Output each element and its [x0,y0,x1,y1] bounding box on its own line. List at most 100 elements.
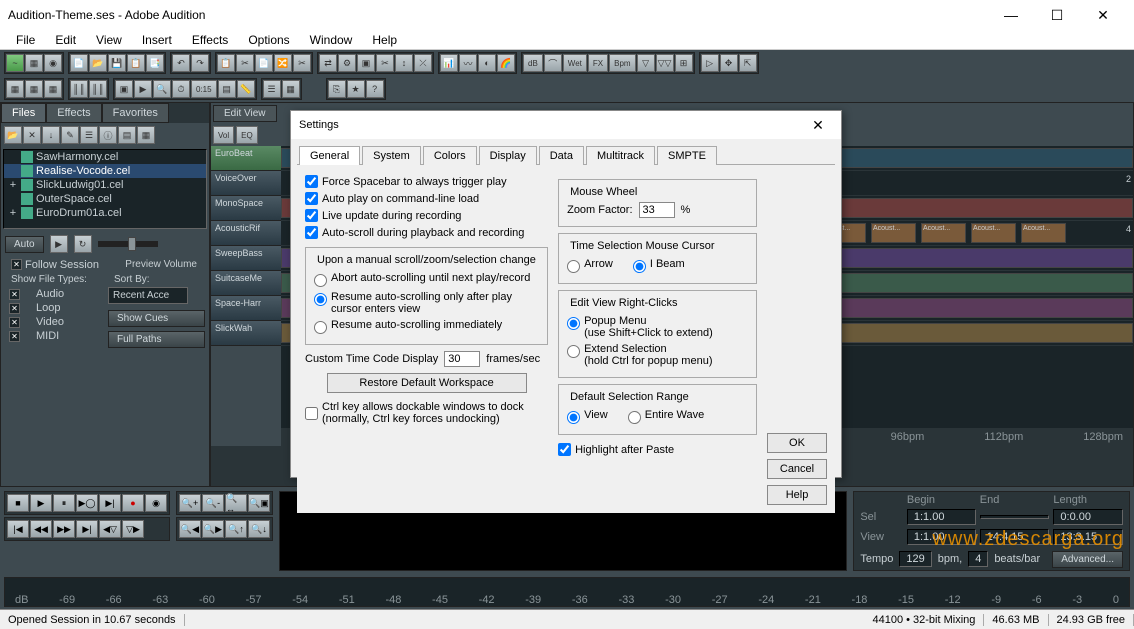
lp-info2-icon[interactable]: ⓘ [99,126,117,144]
tool2-ruler-icon[interactable]: 📏 [237,80,255,98]
live-update-checkbox[interactable]: Live update during recording [305,207,548,224]
record-button[interactable]: ● [122,494,144,512]
range-view-radio[interactable]: View [567,407,608,426]
track-header[interactable]: EuroBeat [211,146,281,171]
menu-window[interactable]: Window [300,31,363,49]
tool-copy-icon[interactable]: 📋 [217,54,235,72]
resume-immediate-radio[interactable]: Resume auto-scrolling immediately [314,317,539,336]
lp-close-icon[interactable]: ✕ [23,126,41,144]
tool-batch-icon[interactable]: 📑 [146,54,164,72]
settings-tab-multitrack[interactable]: Multitrack [586,146,655,165]
settings-tab-display[interactable]: Display [479,146,537,165]
lp-options2-icon[interactable]: ▤ [118,126,136,144]
tool-hybrid-icon[interactable]: ⇱ [739,54,757,72]
type-loop-checkbox[interactable]: ✕Loop [5,301,102,315]
audio-clip[interactable]: Acoust... [921,223,966,243]
tool-phase-icon[interactable]: ◐ [478,54,496,72]
sel-begin-value[interactable]: 1:1.00 [907,509,976,525]
level-meter[interactable]: dB-69-66-63-60-57-54-51-48-45-42-39-36-3… [4,577,1130,607]
zoom-out-v-icon[interactable]: 🔍↓ [248,520,270,538]
resume-after-view-radio[interactable]: Resume auto-scrolling only after play cu… [314,289,539,317]
minimize-button[interactable]: — [988,0,1034,30]
sort-dropdown[interactable]: Recent Acce [108,287,188,304]
tool-multitrack-icon[interactable]: ▦ [25,54,43,72]
tab-favorites[interactable]: Favorites [102,103,169,123]
track-header[interactable]: MonoSpace [211,196,281,221]
timecode-input[interactable] [444,351,480,367]
range-entire-radio[interactable]: Entire Wave [628,407,705,426]
tool2-help-icon[interactable]: ? [366,80,384,98]
cancel-button[interactable]: Cancel [767,459,827,479]
tool2-time-icon[interactable]: ⏱ [172,80,190,98]
zoom-in-right-icon[interactable]: 🔍▶ [202,520,224,538]
tool2-zoom-icon[interactable]: 🔍 [153,80,171,98]
zoom-full-icon[interactable]: 🔍↔ [225,494,247,512]
zoom-in-v-icon[interactable]: 🔍↑ [225,520,247,538]
type-audio-checkbox[interactable]: ✕Audio [5,287,102,301]
track-vol-button[interactable]: Vol [213,126,234,144]
autoscroll-checkbox[interactable]: Auto-scroll during playback and recordin… [305,224,548,241]
file-list[interactable]: SawHarmony.cel Realise-Vocode.cel +Slick… [3,149,207,229]
tool-save-icon[interactable]: 💾 [108,54,126,72]
lp-insert-icon[interactable]: ↓ [42,126,60,144]
settings-tab-data[interactable]: Data [539,146,584,165]
popup-menu-radio[interactable]: Popup Menu(use Shift+Click to extend) [567,313,748,341]
track-header[interactable]: AcousticRif [211,221,281,246]
beats-value[interactable]: 4 [968,551,988,567]
lp-import-icon[interactable]: 📂 [4,126,22,144]
zoom-out-h-icon[interactable]: 🔍- [202,494,224,512]
cursor-ibeam-radio[interactable]: I Beam [633,256,685,275]
view-end-value[interactable]: 14:4.15 [980,529,1050,545]
tool-mixpaste-icon[interactable]: 🔀 [274,54,292,72]
auto-button[interactable]: Auto [5,236,44,253]
tool-group-icon[interactable]: ▣ [357,54,375,72]
lp-edit-icon[interactable]: ✎ [61,126,79,144]
menu-edit[interactable]: Edit [45,31,86,49]
type-midi-checkbox[interactable]: ✕MIDI [5,329,102,343]
play-to-end-button[interactable]: ▶| [99,494,121,512]
rewind-button[interactable]: ◀◀ [30,520,52,538]
zoom-sel-icon[interactable]: 🔍▣ [248,494,270,512]
view-length-value[interactable]: 13:3.15 [1053,529,1123,545]
zoom-factor-input[interactable] [639,202,675,218]
menu-view[interactable]: View [86,31,132,49]
tab-effects[interactable]: Effects [46,103,101,123]
prev-marker-button[interactable]: ◀▽ [99,520,121,538]
tool-selector-icon[interactable]: ▷ [701,54,719,72]
play-preview-icon[interactable]: ▶ [50,235,68,253]
tool-adjust-icon[interactable]: ↕ [395,54,413,72]
force-spacebar-checkbox[interactable]: Force Spacebar to always trigger play [305,173,548,190]
sel-length-value[interactable]: 0:0.00 [1053,509,1123,525]
tool-spectral-icon[interactable]: 🌈 [497,54,515,72]
track-header[interactable]: Space-Harr [211,296,281,321]
abort-scroll-radio[interactable]: Abort auto-scrolling until next play/rec… [314,270,539,289]
play-button[interactable]: ▶ [30,494,52,512]
track-header[interactable]: SlickWah [211,321,281,346]
tool2-spec1-icon[interactable]: ▦ [6,80,24,98]
lp-advanced-icon[interactable]: ▦ [137,126,155,144]
audio-clip[interactable]: Acoust... [871,223,916,243]
tool2-favorites-icon[interactable]: ★ [347,80,365,98]
tool-rangemark-icon[interactable]: ▽▽ [656,54,674,72]
tool-convert-icon[interactable]: ⇄ [319,54,337,72]
tool2-meter-icon[interactable]: ║║ [89,80,107,98]
tool2-sel-icon[interactable]: ▤ [218,80,236,98]
tool-new-icon[interactable]: 📄 [70,54,88,72]
tool-wave-icon[interactable]: ~ [6,54,24,72]
tool-move-icon[interactable]: ✥ [720,54,738,72]
tool-props-icon[interactable]: 📊 [440,54,458,72]
tab-files[interactable]: Files [1,103,46,123]
tool2-timecode-icon[interactable]: 0:15 [191,80,217,98]
track-header[interactable]: VoiceOver [211,171,281,196]
forward-button[interactable]: ▶▶ [53,520,75,538]
tool-cd-icon[interactable]: ◉ [44,54,62,72]
audio-clip[interactable]: Acoust... [1021,223,1066,243]
edit-view-tab[interactable]: Edit View [213,105,277,122]
go-begin-button[interactable]: |◀ [7,520,29,538]
tool2-vu-icon[interactable]: ║║ [70,80,88,98]
maximize-button[interactable]: ☐ [1034,0,1080,30]
tempo-value[interactable]: 129 [899,551,931,567]
tool2-organizer-icon[interactable]: ▦ [282,80,300,98]
tool-redo-icon[interactable]: ↷ [191,54,209,72]
menu-file[interactable]: File [6,31,45,49]
